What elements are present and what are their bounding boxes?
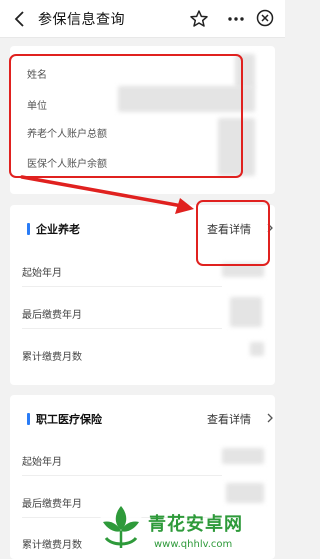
watermark-title: 青花安卓网	[148, 514, 243, 535]
page-title: 参保信息查询	[38, 12, 125, 28]
medical-start-value-blurred	[222, 448, 264, 464]
pension-months-value-blurred	[250, 342, 264, 356]
divider	[22, 286, 222, 287]
divider	[22, 328, 222, 329]
section-accent-bar	[27, 413, 30, 425]
top-bar: 参保信息查询	[0, 0, 285, 38]
close-icon[interactable]	[256, 9, 274, 27]
medical-total-months-label: 累计缴费月数	[22, 540, 82, 551]
pension-total-months-label: 累计缴费月数	[22, 352, 82, 363]
back-icon[interactable]	[10, 9, 30, 29]
medical-start-label: 起始年月	[22, 457, 62, 468]
section-accent-bar	[27, 223, 30, 235]
pension-start-label: 起始年月	[22, 268, 62, 279]
medical-section-title: 职工医疗保险	[36, 413, 102, 426]
pension-section-title: 企业养老	[36, 223, 80, 236]
star-icon[interactable]	[189, 9, 209, 29]
pension-last-value-blurred	[230, 297, 262, 327]
medical-last-payment-label: 最后缴费年月	[22, 499, 82, 510]
medical-detail-link[interactable]: 查看详情	[207, 411, 251, 427]
watermark: 青花安卓网 www.qhhlv.com	[96, 500, 285, 559]
chevron-right-icon[interactable]	[266, 413, 274, 423]
more-icon[interactable]	[226, 9, 246, 29]
divider	[22, 475, 222, 476]
pension-last-payment-label: 最后缴费年月	[22, 310, 82, 321]
annotation-box-info	[9, 54, 243, 178]
arrow-annotation	[20, 175, 194, 214]
leaf-logo-icon	[98, 505, 144, 551]
watermark-url: www.qhhlv.com	[154, 539, 233, 550]
